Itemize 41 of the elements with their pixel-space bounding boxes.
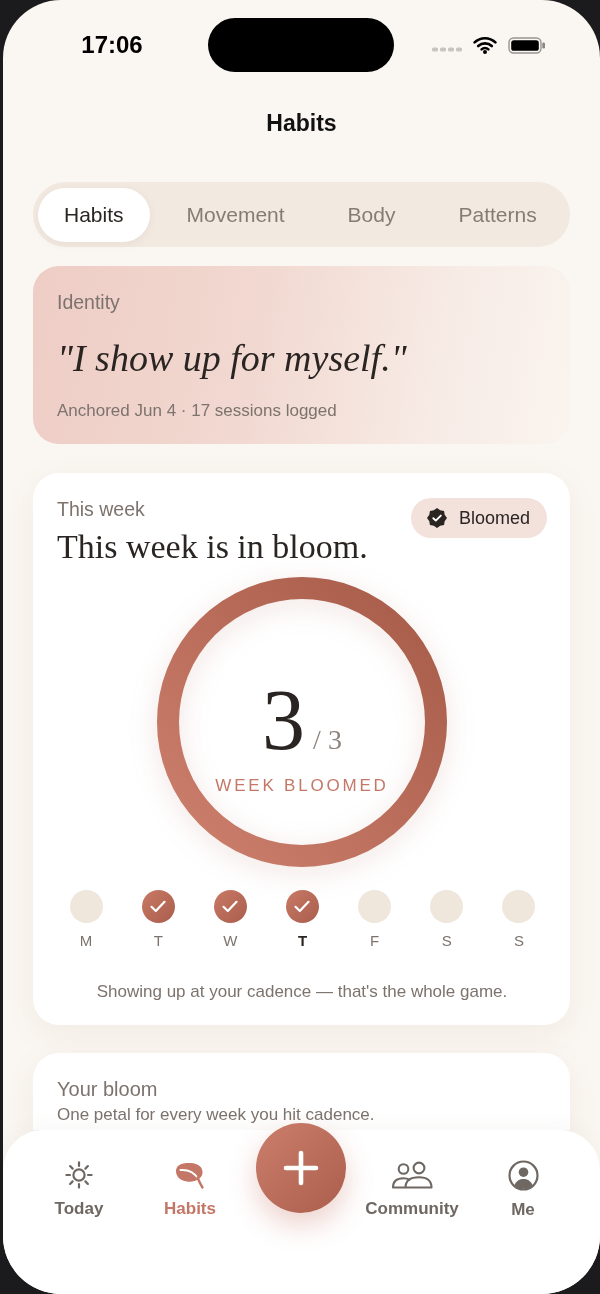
seal-check-icon: [426, 508, 447, 528]
nav-tab[interactable]: Today: [54, 1160, 104, 1218]
status-time: 17:06: [81, 31, 143, 59]
status-label: Bloomed: [458, 507, 530, 529]
ring-caption: WEEK BLOOMED: [215, 776, 389, 796]
check-icon: [150, 900, 167, 913]
day-label: W: [223, 932, 238, 950]
sun-icon: [64, 1160, 94, 1190]
people-icon: [391, 1160, 433, 1190]
day-label: M: [79, 932, 93, 950]
day-label: S: [513, 932, 524, 950]
nav-tab[interactable]: Me: [507, 1160, 539, 1219]
card-headline: This week is in bloom.: [57, 529, 368, 565]
week-total: / 3: [313, 724, 342, 756]
segment-tab[interactable]: Patterns: [432, 187, 563, 242]
card-label: Identity: [57, 291, 120, 313]
screen-title: Habits: [266, 110, 337, 136]
signal-icon: [432, 46, 462, 52]
person-circle-icon: [507, 1160, 539, 1191]
segment-tab[interactable]: Movement: [160, 187, 311, 242]
day-label: F: [370, 932, 380, 950]
battery-icon: [508, 36, 546, 54]
plus-icon: [283, 1150, 319, 1186]
check-icon: [294, 900, 311, 913]
card-title: Your bloom: [57, 1077, 158, 1101]
check-icon: [222, 900, 239, 913]
card-label: This week: [57, 498, 145, 520]
card-footnote: Showing up at your cadence — that's the whole game.: [96, 982, 508, 1002]
segment-tab[interactable]: Habits: [38, 187, 150, 242]
day-label: T: [297, 932, 308, 950]
week-count: 3: [262, 677, 306, 763]
nav-tab[interactable]: Community: [365, 1160, 459, 1218]
nav-tab[interactable]: Habits: [164, 1160, 216, 1218]
card-subtitle: One petal for every week you hit cadence.: [57, 1105, 375, 1125]
leaf-icon: [174, 1160, 206, 1190]
identity-statement: "I show up for myself.": [57, 336, 407, 381]
segment-tab[interactable]: Body: [321, 187, 422, 242]
day-label: S: [441, 932, 452, 950]
card-meta: Anchored Jun 4 · 17 sessions logged: [57, 401, 337, 421]
wifi-icon: [473, 36, 497, 54]
day-label: T: [153, 932, 163, 950]
